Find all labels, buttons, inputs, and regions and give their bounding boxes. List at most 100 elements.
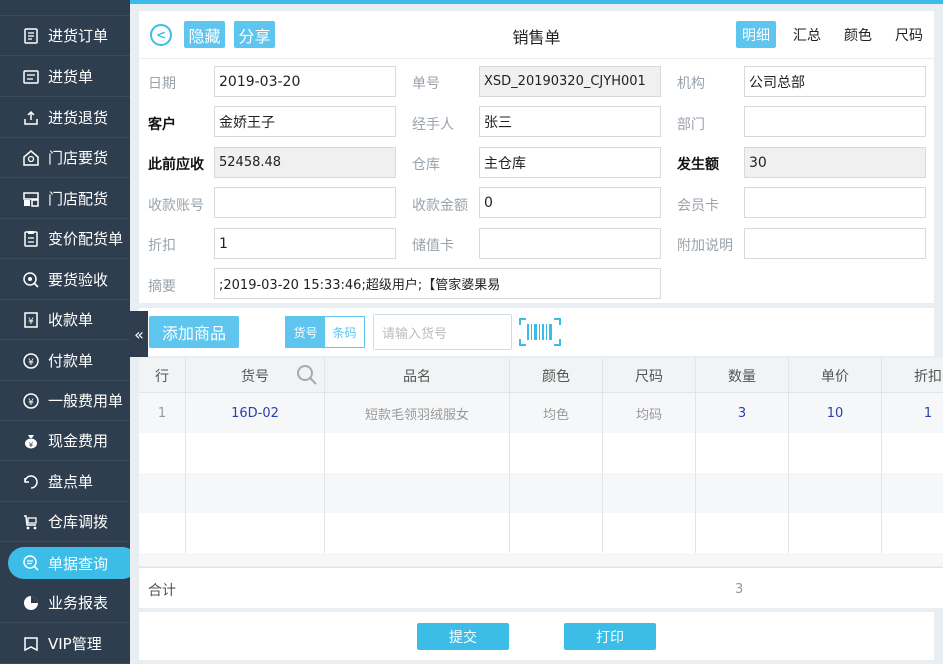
header: < 隐藏 分享 销售单 明细 汇总 颜色 尺码 [139,11,934,58]
sidebar-item-stocktake[interactable]: 盘点单 [0,462,130,502]
stored-card-field[interactable] [479,228,661,259]
table-row-empty[interactable] [139,433,943,473]
inspect-icon [22,271,40,289]
sidebar-item-purchase[interactable]: 进货单 [0,57,130,97]
barcode-scan-icon[interactable] [519,318,561,346]
sidebar-item-price-change[interactable]: 变价配货单 [0,219,130,259]
warehouse-field[interactable]: 主仓库 [479,147,661,178]
sidebar-item-label: 进货订单 [48,27,109,45]
cell-qty[interactable]: 3 [696,393,789,433]
sidebar-item-label: 仓库调拨 [48,513,109,531]
tab-size[interactable]: 尺码 [889,21,929,48]
sidebar-item-transfer[interactable]: 仓库调拨 [0,502,130,542]
sidebar-item-label: 付款单 [48,352,94,370]
search-mode-toggle: 货号 条码 [285,316,365,348]
sidebar-item-store-distribute[interactable]: 门店配货 [0,179,130,219]
sidebar-item-label: 现金费用 [48,432,109,450]
customer-field[interactable]: 金娇王子 [214,106,396,137]
sidebar-item-report[interactable]: 业务报表 [0,583,130,623]
collapse-sidebar-button[interactable]: « [130,311,148,357]
sidebar-item-vip[interactable]: VIP管理 [0,624,130,664]
account-label: 收款账号 [148,198,204,214]
cell-empty [882,433,943,473]
sku-input[interactable]: 请输入货号 [373,314,512,350]
table-row-empty[interactable] [139,553,943,566]
top-accent-bar [130,0,943,4]
prev-receivable-label: 此前应收 [148,157,204,173]
member-card-field[interactable] [744,187,926,218]
cell-empty [325,473,510,513]
sidebar-item-cash-expense[interactable]: ¥ 现金费用 [0,421,130,461]
sidebar-item-purchase-return[interactable]: 进货退货 [0,98,130,138]
prev-receivable-field: 52458.48 [214,147,396,178]
discount-field[interactable]: 1 [214,228,396,259]
sidebar-item-label: 进货退货 [48,109,109,127]
cell-empty [325,513,510,553]
cell-empty [510,433,603,473]
sidebar-item-label: 门店要货 [48,149,109,167]
recv-amount-field[interactable]: 0 [479,187,661,218]
cell-sku[interactable]: 16D-02 [186,393,325,433]
amount-label: 发生额 [677,157,719,173]
table-row-empty[interactable] [139,473,943,513]
mode-sku-button[interactable]: 货号 [286,317,325,347]
search-icon[interactable] [296,364,318,386]
col-discount: 折扣 [882,358,943,393]
sidebar-item-label: VIP管理 [48,635,102,653]
sidebar: 进货订单 进货单 进货退货 门店要货 门店配货 变价配货单 要货验收 ¥ 收款单… [0,0,130,664]
cell-discount[interactable]: 1 [882,393,943,433]
receipt-icon: ¥ [22,311,40,329]
tab-summary[interactable]: 汇总 [787,21,827,48]
warehouse-label: 仓库 [412,157,440,173]
sidebar-item-label: 业务报表 [48,594,109,612]
order-form: 日期 2019-03-20 单号 XSD_20190320_CJYH001 机构… [139,59,934,303]
vip-icon [22,635,40,653]
cell-name: 短款毛领羽绒服女 [325,393,510,433]
sidebar-item-payment[interactable]: ¥ 付款单 [0,341,130,381]
item-toolbar: 添加商品 货号 条码 请输入货号 [139,308,934,356]
payment-icon: ¥ [22,352,40,370]
summary-field[interactable]: ;2019-03-20 15:33:46;超级用户;【管家婆果易 [214,268,661,299]
print-button[interactable]: 打印 [564,623,656,650]
cell-empty [139,473,186,513]
items-table: 行 货号 品名 颜色 尺码 数量 单价 折扣 1 16D-02 短款毛领羽绒服女… [139,358,943,566]
dept-label: 部门 [677,117,705,133]
docno-field: XSD_20190320_CJYH001 [479,66,661,97]
purchase-order-icon [22,27,40,45]
extra-note-field[interactable] [744,228,926,259]
org-label: 机构 [677,76,705,92]
org-field[interactable]: 公司总部 [744,66,926,97]
cell-empty [510,513,603,553]
table-row[interactable]: 1 16D-02 短款毛领羽绒服女 均色 均码 3 10 1 [139,393,943,433]
sidebar-item-general-expense[interactable]: ¥ 一般费用单 [0,381,130,421]
total-label: 合计 [148,583,176,599]
sidebar-item-label: 收款单 [48,311,94,329]
handler-field[interactable]: 张三 [479,106,661,137]
cell-empty [696,433,789,473]
add-product-button[interactable]: 添加商品 [149,316,239,348]
account-field[interactable] [214,187,396,218]
tab-detail[interactable]: 明细 [736,21,776,48]
sidebar-item-inspect[interactable]: 要货验收 [0,260,130,300]
svg-text:¥: ¥ [28,317,34,327]
member-card-label: 会员卡 [677,198,719,214]
tab-color[interactable]: 颜色 [838,21,878,48]
sidebar-item-partial[interactable] [0,0,130,16]
submit-button[interactable]: 提交 [417,623,509,650]
table-row-empty[interactable] [139,513,943,553]
cell-price[interactable]: 10 [789,393,882,433]
sidebar-item-label: 门店配货 [48,190,109,208]
cart-icon [22,513,40,531]
mode-barcode-button[interactable]: 条码 [325,317,364,347]
date-field[interactable]: 2019-03-20 [214,66,396,97]
sidebar-item-doc-query[interactable]: 单据查询 [0,543,130,583]
search-doc-icon [22,554,40,572]
cell-color: 均色 [510,393,603,433]
cell-empty [603,513,696,553]
store-request-icon [22,149,40,167]
sidebar-item-purchase-order[interactable]: 进货订单 [0,16,130,56]
sidebar-item-store-request[interactable]: 门店要货 [0,138,130,178]
price-change-icon [22,230,40,248]
sidebar-item-receipt[interactable]: ¥ 收款单 [0,300,130,340]
dept-field[interactable] [744,106,926,137]
